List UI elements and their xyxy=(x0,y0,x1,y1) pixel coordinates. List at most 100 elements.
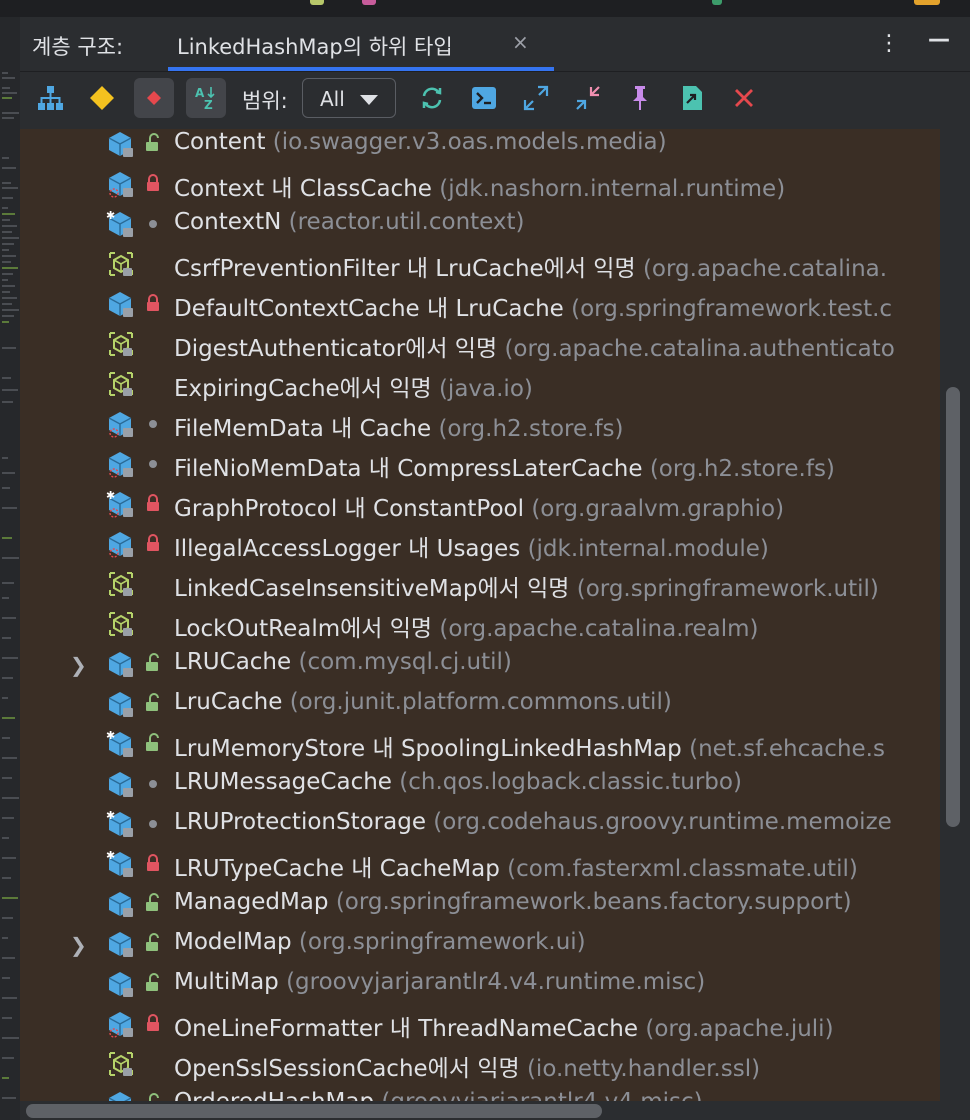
public-lock-icon xyxy=(144,693,162,713)
row-text: LruMemoryStore 내 SpoolingLinkedHashMap (… xyxy=(174,729,885,763)
private-lock-icon xyxy=(144,1013,162,1033)
horizontal-scrollbar-thumb[interactable] xyxy=(26,1104,602,1118)
class-name: LockOutRealm에서 익명 xyxy=(174,616,433,642)
expand-all-icon[interactable] xyxy=(516,78,556,118)
tree-row[interactable]: ✱ LRUTypeCache 내 CacheMap (com.fasterxml.… xyxy=(20,844,940,884)
package-name: (net.sf.ehcache.s xyxy=(689,736,885,762)
svg-text:Z: Z xyxy=(204,98,213,112)
class-name: ManagedMap xyxy=(174,889,329,915)
tree-row[interactable]: LinkedCaseInsensitiveMap에서 익명 (org.sprin… xyxy=(20,564,940,604)
gutter-line xyxy=(2,1077,9,1079)
gutter-line xyxy=(2,309,19,311)
tree-row[interactable]: ✱ LRUProtectionStorage (org.codehaus.groo… xyxy=(20,804,940,844)
more-options-icon[interactable]: ⋮ xyxy=(878,31,900,56)
gutter-line xyxy=(2,937,8,939)
class-name: ExpiringCache에서 익명 xyxy=(174,376,432,402)
package-name: (org.springframework.beans.factory.suppo… xyxy=(335,889,852,915)
editor-gutter xyxy=(0,17,20,1120)
gutter-line xyxy=(2,487,10,489)
active-tab-indicator xyxy=(168,67,554,71)
class-icon xyxy=(106,969,136,999)
tree-row[interactable]: Content (io.swagger.v3.oas.models.media) xyxy=(20,129,940,164)
tree-row[interactable]: FileMemData 내 Cache (org.h2.store.fs) xyxy=(20,404,940,444)
tree-row[interactable]: ✱ LruMemoryStore 내 SpoolingLinkedHashMap … xyxy=(20,724,940,764)
gutter-line xyxy=(2,817,14,819)
gutter-line xyxy=(2,697,8,699)
class-icon xyxy=(106,769,136,799)
row-text: LinkedCaseInsensitiveMap에서 익명 (org.sprin… xyxy=(174,569,879,603)
class-name: ModelMap xyxy=(174,929,292,955)
tree-row[interactable]: LockOutRealm에서 익명 (org.apache.catalina.r… xyxy=(20,604,940,644)
close-tab-icon[interactable]: × xyxy=(512,30,529,54)
class-icon xyxy=(106,649,136,679)
package-name: (com.mysql.cj.util) xyxy=(298,649,512,675)
gutter-line xyxy=(2,797,19,799)
package-name: (ch.qos.logback.classic.turbo) xyxy=(399,769,742,795)
package-name: (org.apache.catalina.realm) xyxy=(439,616,759,642)
package-private-dot-icon xyxy=(144,773,162,793)
scope-dropdown[interactable]: All xyxy=(302,78,396,118)
static-class-icon: ✱ xyxy=(106,729,136,759)
tree-row[interactable]: IllegalAccessLogger 내 Usages (jdk.intern… xyxy=(20,524,940,564)
tree-row[interactable]: CsrfPreventionFilter 내 LruCache에서 익명 (or… xyxy=(20,244,940,284)
tree-row[interactable]: LRUMessageCache (ch.qos.logback.classic.… xyxy=(20,764,940,804)
gutter-line xyxy=(2,677,13,679)
private-lock-icon xyxy=(144,293,162,313)
class-name: DigestAuthenticator에서 익명 xyxy=(174,336,498,362)
tree-row[interactable]: LruCache (org.junit.platform.commons.uti… xyxy=(20,684,940,724)
package-name: (org.springframework.util) xyxy=(576,576,879,602)
package-private-dot-icon xyxy=(144,813,162,833)
static-class-icon: ✱ xyxy=(106,209,136,239)
class-icon xyxy=(106,1009,136,1039)
public-lock-icon xyxy=(144,893,162,913)
tree-row[interactable]: ✱ GraphProtocol 내 ConstantPool (org.graal… xyxy=(20,484,940,524)
gutter-line xyxy=(2,187,18,189)
class-hierarchy-icon[interactable] xyxy=(30,78,70,118)
vertical-scrollbar-thumb[interactable] xyxy=(946,387,960,827)
pin-icon[interactable] xyxy=(620,78,660,118)
public-lock-icon xyxy=(144,933,162,953)
tree-row[interactable]: ExpiringCache에서 익명 (java.io) xyxy=(20,364,940,404)
refresh-icon[interactable] xyxy=(412,78,452,118)
row-text: IllegalAccessLogger 내 Usages (jdk.intern… xyxy=(174,529,769,563)
row-text: Context 내 ClassCache (jdk.nashorn.intern… xyxy=(174,169,785,203)
package-private-dot-icon xyxy=(144,413,162,433)
gutter-line xyxy=(2,279,8,281)
expand-arrow-icon[interactable]: ❯ xyxy=(70,933,87,957)
tool-window-title: 계층 구조: xyxy=(32,35,124,59)
package-name: (groovyjarjarantlr4.v4.runtime.misc) xyxy=(286,969,706,995)
gutter-line xyxy=(2,877,11,879)
tree-row[interactable]: DefaultContextCache 내 LruCache (org.spri… xyxy=(20,284,940,324)
tree-row[interactable]: FileNioMemData 내 CompressLaterCache (org… xyxy=(20,444,940,484)
vertical-scrollbar[interactable] xyxy=(940,129,970,1120)
tree-row[interactable]: Context 내 ClassCache (jdk.nashorn.intern… xyxy=(20,164,940,204)
gutter-line xyxy=(2,347,16,349)
sort-alphabetically-icon[interactable]: AZ xyxy=(186,78,226,118)
export-icon[interactable] xyxy=(672,78,712,118)
tree-row[interactable]: ManagedMap (org.springframework.beans.fa… xyxy=(20,884,940,924)
class-name: MultiMap xyxy=(174,969,279,995)
subtypes-icon[interactable] xyxy=(134,78,174,118)
tree-row[interactable]: OpenSslSessionCache에서 익명 (io.netty.handl… xyxy=(20,1044,940,1084)
tree-row[interactable]: OneLineFormatter 내 ThreadNameCache (org.… xyxy=(20,1004,940,1044)
collapse-all-icon[interactable] xyxy=(568,78,608,118)
tab-linkedhashmap-subtypes[interactable]: LinkedHashMap의 하위 타입 × xyxy=(168,17,554,71)
expand-arrow-icon[interactable]: ❯ xyxy=(70,653,87,677)
tree-row[interactable]: ❯ ModelMap (org.springframework.ui) xyxy=(20,924,940,964)
tree-row[interactable]: ✱ ContextN (reactor.util.context) xyxy=(20,204,940,244)
hierarchy-tree[interactable]: Content (io.swagger.v3.oas.models.media)… xyxy=(20,129,940,1120)
package-private-dot-icon xyxy=(144,213,162,233)
package-name: (org.h2.store.fs) xyxy=(649,456,835,482)
package-name: (org.junit.platform.commons.util) xyxy=(289,689,672,715)
tree-row[interactable]: ❯ LRUCache (com.mysql.cj.util) xyxy=(20,644,940,684)
terminal-icon[interactable] xyxy=(464,78,504,118)
anonymous-class-icon xyxy=(106,329,136,359)
tree-row[interactable]: DigestAuthenticator에서 익명 (org.apache.cat… xyxy=(20,324,940,364)
horizontal-scrollbar[interactable] xyxy=(20,1101,940,1120)
close-icon[interactable] xyxy=(724,78,764,118)
tree-row[interactable]: MultiMap (groovyjarjarantlr4.v4.runtime.… xyxy=(20,964,940,1004)
minimize-icon[interactable]: — xyxy=(928,27,950,52)
gutter-line xyxy=(2,597,9,599)
gutter-line xyxy=(2,777,12,779)
supertypes-icon[interactable] xyxy=(82,78,122,118)
